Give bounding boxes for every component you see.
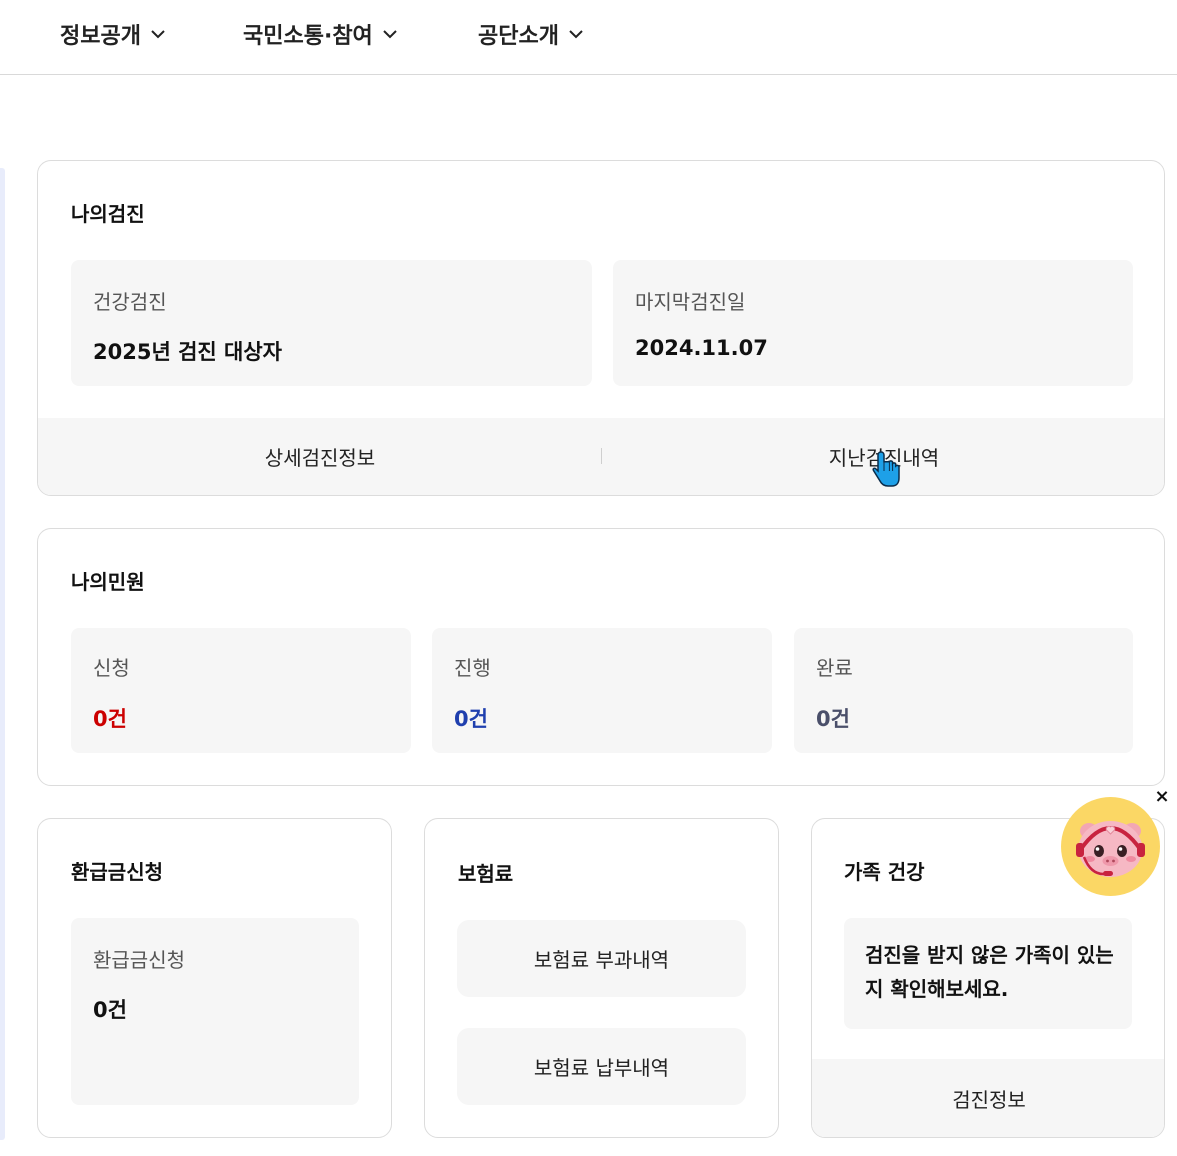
box-label: 진행 bbox=[454, 656, 491, 680]
premium-payment-history-button[interactable]: 보험료 납부내역 bbox=[457, 1028, 746, 1105]
chevron-down-icon bbox=[383, 30, 397, 39]
last-checkup-box: 마지막검진일 2024.11.07 bbox=[613, 260, 1133, 386]
box-label: 건강검진 bbox=[93, 290, 167, 314]
card-footer: 상세검진정보 지난검진내역 bbox=[38, 418, 1164, 495]
nav-item-info-disclosure[interactable]: 정보공개 bbox=[60, 18, 167, 50]
card-title: 가족 건강 bbox=[844, 860, 925, 884]
card-title: 보험료 bbox=[458, 862, 514, 886]
side-panel-edge bbox=[0, 168, 5, 1140]
checkup-info-button[interactable]: 검진정보 bbox=[812, 1059, 1164, 1137]
my-petition-card: 나의민원 신청 0건 진행 0건 완료 0건 bbox=[37, 528, 1165, 786]
detail-checkup-button[interactable]: 상세검진정보 bbox=[38, 418, 602, 495]
family-message: 검진을 받지 않은 가족이 있는지 확인해보세요. bbox=[865, 943, 1114, 1001]
refund-box[interactable]: 환급금신청 0건 bbox=[71, 918, 359, 1105]
card-title: 환급금신청 bbox=[71, 860, 163, 884]
box-value: 0건 bbox=[816, 707, 850, 731]
petition-applied-box[interactable]: 신청 0건 bbox=[71, 628, 411, 753]
box-value: 2025년 검진 대상자 bbox=[93, 340, 282, 364]
chatbot-mascot-icon bbox=[1076, 821, 1145, 877]
box-label: 마지막검진일 bbox=[635, 290, 746, 314]
box-value: 0건 bbox=[454, 707, 488, 731]
petition-in-progress-box[interactable]: 진행 0건 bbox=[432, 628, 772, 753]
hand-pointer-cursor-icon bbox=[872, 451, 900, 487]
top-navigation: 정보공개 국민소통·참여 공단소개 bbox=[0, 0, 1177, 75]
box-value: 0건 bbox=[93, 707, 127, 731]
nav-item-communication[interactable]: 국민소통·참여 bbox=[243, 18, 399, 50]
nav-item-label: 공단소개 bbox=[478, 24, 559, 49]
chatbot-button[interactable] bbox=[1061, 797, 1160, 896]
nav-item-label: 국민소통·참여 bbox=[243, 24, 373, 49]
box-label: 신청 bbox=[93, 656, 130, 680]
box-value: 2024.11.07 bbox=[635, 336, 768, 360]
insurance-premium-card: 보험료 보험료 부과내역 보험료 납부내역 bbox=[424, 818, 779, 1138]
box-label: 완료 bbox=[816, 656, 853, 680]
nav-item-about[interactable]: 공단소개 bbox=[478, 18, 585, 50]
family-message-box: 검진을 받지 않은 가족이 있는지 확인해보세요. bbox=[844, 918, 1132, 1029]
card-footer: 검진정보 bbox=[812, 1059, 1164, 1137]
petition-completed-box[interactable]: 완료 0건 bbox=[794, 628, 1133, 753]
my-checkup-card: 나의검진 건강검진 2025년 검진 대상자 마지막검진일 2024.11.07… bbox=[37, 160, 1165, 496]
box-label: 환급금신청 bbox=[93, 948, 185, 972]
card-title: 나의검진 bbox=[71, 202, 145, 226]
premium-charge-history-button[interactable]: 보험료 부과내역 bbox=[457, 920, 746, 997]
health-checkup-box: 건강검진 2025년 검진 대상자 bbox=[71, 260, 592, 386]
chevron-down-icon bbox=[569, 30, 583, 39]
box-value: 0건 bbox=[93, 998, 127, 1022]
chevron-down-icon bbox=[151, 30, 165, 39]
refund-card: 환급금신청 환급금신청 0건 bbox=[37, 818, 392, 1138]
chatbot-close-button[interactable]: × bbox=[1153, 786, 1171, 807]
card-title: 나의민원 bbox=[71, 570, 145, 594]
nav-item-label: 정보공개 bbox=[60, 24, 141, 49]
